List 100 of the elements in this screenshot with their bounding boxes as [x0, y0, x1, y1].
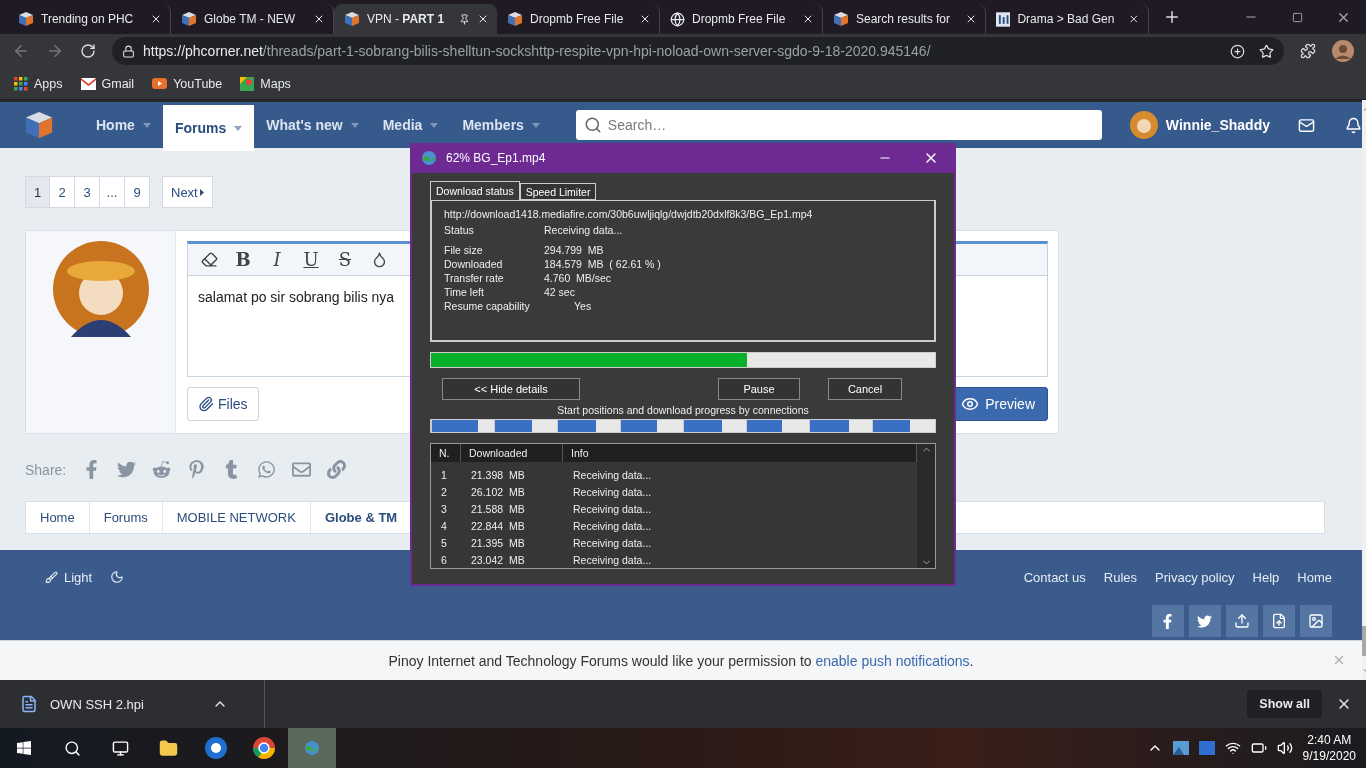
table-cell-text: 2: [440, 485, 448, 498]
profile-avatar[interactable]: [1332, 40, 1354, 62]
tray-app-icon[interactable]: [1172, 741, 1189, 755]
extensions-icon[interactable]: [1300, 43, 1316, 59]
page-link[interactable]: 9: [125, 176, 150, 208]
format-button[interactable]: B: [228, 246, 258, 273]
close-icon[interactable]: [150, 13, 162, 25]
hide-details-button[interactable]: << Hide details: [442, 378, 580, 400]
download-file-name[interactable]: OWN SSH 2.hpi: [50, 696, 200, 712]
breadcrumb-link[interactable]: Forums: [89, 502, 163, 533]
footer-link[interactable]: Home: [1297, 570, 1332, 585]
username-link[interactable]: Winnie_Shaddy: [1165, 117, 1270, 133]
close-icon[interactable]: [313, 13, 325, 25]
show-all-button[interactable]: Show all: [1247, 690, 1322, 718]
add-circle-icon[interactable]: [1230, 43, 1245, 59]
table-cell-text: Receiving data...: [572, 519, 653, 532]
page-link[interactable]: ...: [100, 176, 125, 208]
close-icon[interactable]: [477, 13, 489, 25]
twitter-icon[interactable]: [117, 460, 137, 479]
twitter-icon[interactable]: [1189, 605, 1221, 637]
table-cell-text: Receiving data...: [572, 468, 653, 481]
browser-tab[interactable]: VPN - PART 1: [334, 4, 497, 34]
style-chooser[interactable]: Light: [45, 570, 93, 585]
table-cell-text: 22.844 MB: [470, 519, 526, 532]
format-button[interactable]: U: [296, 246, 326, 273]
search-field[interactable]: Search…: [575, 110, 1102, 140]
notification-link[interactable]: enable push notifications: [815, 652, 970, 669]
whatsapp-icon[interactable]: [257, 460, 277, 479]
close-icon[interactable]: [802, 13, 814, 25]
column-header[interactable]: N.: [431, 444, 461, 462]
cancel-button[interactable]: Cancel: [828, 378, 902, 400]
field-label: Resume capability: [444, 300, 531, 312]
back-icon[interactable]: [12, 42, 30, 60]
page-link[interactable]: 3: [75, 176, 100, 208]
next-button[interactable]: Next: [162, 176, 213, 208]
dialog-tab[interactable]: Download status: [430, 181, 520, 200]
restore-icon[interactable]: [1291, 11, 1303, 23]
format-button[interactable]: S: [330, 246, 360, 273]
breadcrumb-link[interactable]: Home: [26, 502, 90, 533]
page-link[interactable]: 1: [25, 176, 50, 208]
footer-link[interactable]: Privacy policy: [1155, 570, 1235, 585]
pause-button[interactable]: Pause: [718, 378, 800, 400]
column-header[interactable]: Downloaded: [461, 444, 563, 462]
nav-tab[interactable]: Media: [370, 102, 451, 148]
file-icon[interactable]: [1263, 605, 1295, 637]
nav-tab[interactable]: Members: [450, 102, 552, 148]
footer-link[interactable]: Rules: [1103, 570, 1138, 585]
nav-tab[interactable]: What's new: [254, 102, 371, 148]
close-icon[interactable]: [965, 13, 977, 25]
table-cell-text: 21.398 MB: [470, 468, 526, 481]
files-button[interactable]: Files: [187, 387, 259, 421]
pinterest-icon[interactable]: [187, 460, 207, 479]
app-icon[interactable]: [205, 737, 227, 759]
reload-icon[interactable]: [80, 43, 96, 59]
image-icon[interactable]: [1300, 605, 1332, 637]
nav-tab[interactable]: Home: [84, 102, 163, 148]
folder-icon[interactable]: [158, 738, 178, 758]
reddit-icon[interactable]: [152, 460, 172, 479]
scrollbar[interactable]: [917, 444, 935, 568]
clock[interactable]: 2:40 AM 9/19/2020: [1302, 732, 1356, 764]
moon-icon[interactable]: [110, 570, 125, 584]
close-icon[interactable]: [639, 13, 651, 25]
table-cell-text: 5: [440, 536, 448, 549]
format-button[interactable]: I: [262, 246, 292, 273]
battery-icon[interactable]: [1250, 740, 1267, 756]
bookmark-link[interactable]: Gmail: [101, 76, 135, 91]
footer-link[interactable]: Help: [1252, 570, 1280, 585]
close-icon[interactable]: [1128, 13, 1140, 25]
table-cell-text: 6: [440, 553, 448, 566]
task-view-icon[interactable]: [111, 739, 129, 757]
tab-title: VPN - PART 1: [367, 12, 445, 26]
wifi-icon[interactable]: [1224, 740, 1241, 756]
tray-app-icon[interactable]: [1198, 741, 1215, 755]
mail-icon[interactable]: [1298, 116, 1315, 134]
nav-tab[interactable]: Forums: [162, 105, 255, 151]
windows-icon[interactable]: [16, 740, 32, 756]
bookmark-link[interactable]: Maps: [260, 76, 291, 91]
pin-icon: [459, 13, 470, 25]
avatar[interactable]: [1129, 111, 1158, 139]
search-icon[interactable]: [63, 739, 81, 757]
address-field[interactable]: https://phcorner.net/threads/part-1-sobrang-bilis-shelltun-sockshttp-respite-vpn-hpi-noload-own-server-sgdo-9-18-2020.945146/: [112, 37, 1284, 65]
star-icon[interactable]: [1259, 43, 1274, 59]
upload-icon[interactable]: [1226, 605, 1258, 637]
bookmark-link[interactable]: Apps: [34, 76, 63, 91]
bell-icon[interactable]: [1345, 116, 1362, 134]
caret-icon: [199, 188, 204, 196]
bookmark-link[interactable]: YouTube: [173, 76, 223, 91]
footer-link[interactable]: Contact us: [1023, 570, 1086, 585]
globe-icon: [670, 11, 685, 27]
volume-icon[interactable]: [1276, 740, 1293, 756]
dialog-tab[interactable]: Speed Limiter: [519, 183, 597, 200]
browser-icon[interactable]: [253, 737, 275, 759]
forward-icon[interactable]: [46, 42, 64, 60]
new-tab-icon[interactable]: [1163, 8, 1181, 26]
table-cell-text: Receiving data...: [572, 485, 653, 498]
link-icon[interactable]: [327, 460, 347, 479]
page-link[interactable]: 2: [50, 176, 75, 208]
breadcrumb-link[interactable]: MOBILE NETWORK: [162, 502, 311, 533]
facebook-icon[interactable]: [1152, 605, 1184, 637]
field-value: 184.579 MB ( 62.61 % ): [544, 258, 662, 270]
